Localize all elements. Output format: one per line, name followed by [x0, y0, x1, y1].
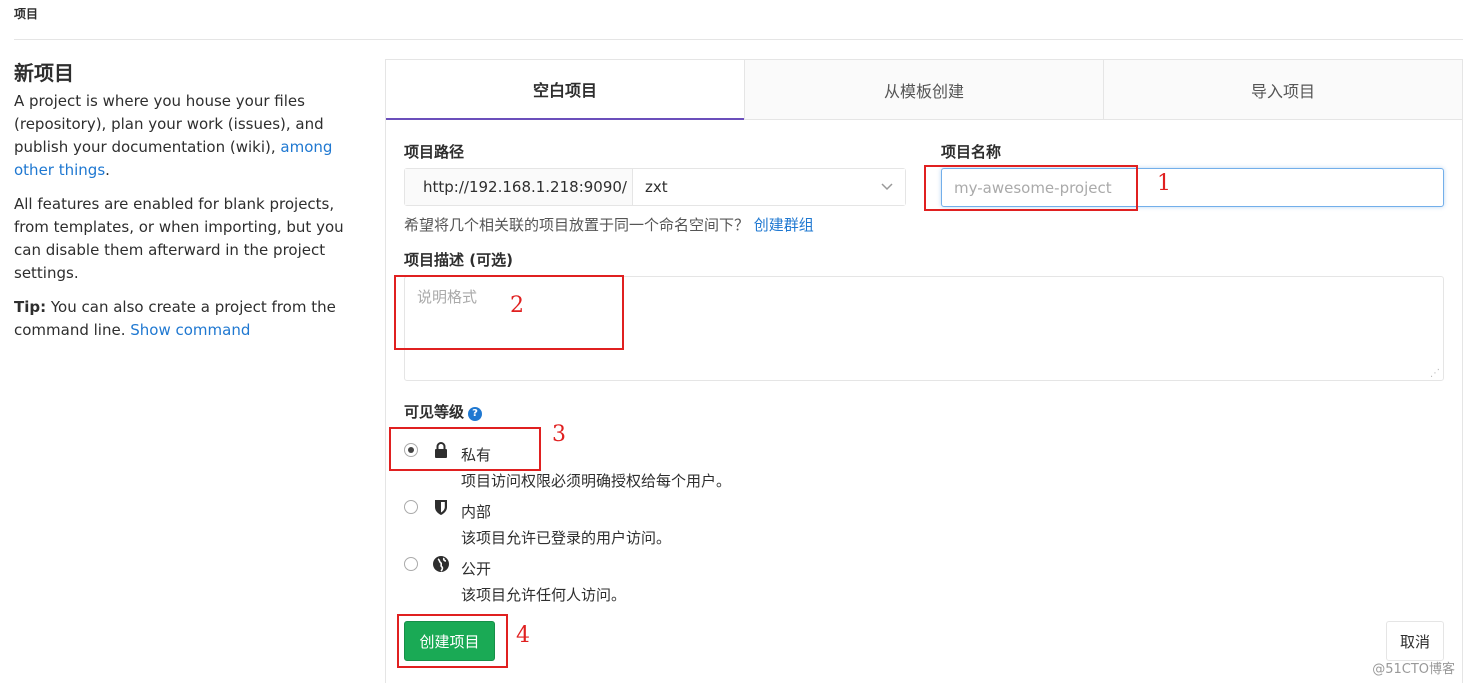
cancel-button[interactable]: 取消	[1386, 621, 1444, 661]
project-path-group: http://192.168.1.218:9090/ zxt	[404, 168, 906, 206]
create-group-link[interactable]: 创建群组	[754, 216, 814, 234]
visibility-public-label: 公开	[461, 560, 492, 578]
info-paragraph-2: All features are enabled for blank proje…	[14, 195, 344, 282]
path-prefix: http://192.168.1.218:9090/	[405, 169, 633, 205]
show-command-link[interactable]: Show command	[130, 321, 250, 339]
project-description-label: 项目描述 (可选)	[404, 251, 513, 269]
visibility-public-desc: 该项目允许任何人访问。	[461, 586, 627, 604]
tab-from-template[interactable]: 从模板创建	[744, 60, 1103, 119]
annotation-box-1	[924, 165, 1138, 211]
visibility-label: 可见等级?	[404, 401, 483, 422]
info-paragraph-3: Tip: You can also create a project from …	[14, 296, 344, 342]
annotation-number-4: 4	[516, 623, 530, 648]
visibility-internal-desc: 该项目允许已登录的用户访问。	[461, 529, 672, 547]
new-project-panel: 空白项目 从模板创建 导入项目 项目路径 http://192.168.1.21…	[385, 59, 1463, 683]
top-divider	[14, 39, 1463, 40]
shield-icon	[432, 498, 450, 516]
breadcrumb[interactable]: 项目	[14, 5, 38, 22]
info-p1-end: .	[105, 161, 110, 179]
tip-label: Tip:	[14, 298, 47, 316]
annotation-number-2: 2	[510, 293, 524, 318]
info-p1-text: A project is where you house your files …	[14, 92, 324, 156]
visibility-label-text: 可见等级	[404, 403, 465, 421]
globe-icon	[432, 555, 450, 573]
namespace-select[interactable]: zxt	[633, 169, 905, 205]
hint-text: 希望将几个相关联的项目放置于同一个命名空间下？	[404, 216, 750, 234]
watermark: @51CTO博客	[1372, 662, 1455, 677]
annotation-box-4	[397, 614, 508, 668]
tab-import-project[interactable]: 导入项目	[1103, 60, 1462, 119]
namespace-value: zxt	[645, 178, 668, 196]
annotation-number-3: 3	[552, 422, 566, 447]
project-info: 新项目 A project is where you house your fi…	[14, 60, 344, 353]
info-paragraph-1: A project is where you house your files …	[14, 90, 344, 182]
visibility-internal-label: 内部	[461, 503, 492, 521]
resize-grip-icon[interactable]: ⋰	[1430, 368, 1440, 379]
tab-blank-project[interactable]: 空白项目	[386, 60, 744, 120]
namespace-hint: 希望将几个相关联的项目放置于同一个命名空间下？ 创建群组	[404, 214, 814, 235]
project-tabs: 空白项目 从模板创建 导入项目	[386, 60, 1462, 120]
radio-internal[interactable]	[404, 500, 418, 514]
project-name-label: 项目名称	[941, 143, 1002, 161]
radio-public[interactable]	[404, 557, 418, 571]
annotation-box-2	[394, 275, 624, 350]
question-circle-icon[interactable]: ?	[468, 407, 483, 421]
project-path-label: 项目路径	[404, 143, 465, 161]
annotation-box-3	[389, 427, 541, 471]
page-title: 新项目	[14, 61, 74, 85]
visibility-private-desc: 项目访问权限必须明确授权给每个用户。	[461, 472, 732, 490]
chevron-down-icon	[881, 180, 893, 195]
annotation-number-1: 1	[1157, 171, 1171, 196]
